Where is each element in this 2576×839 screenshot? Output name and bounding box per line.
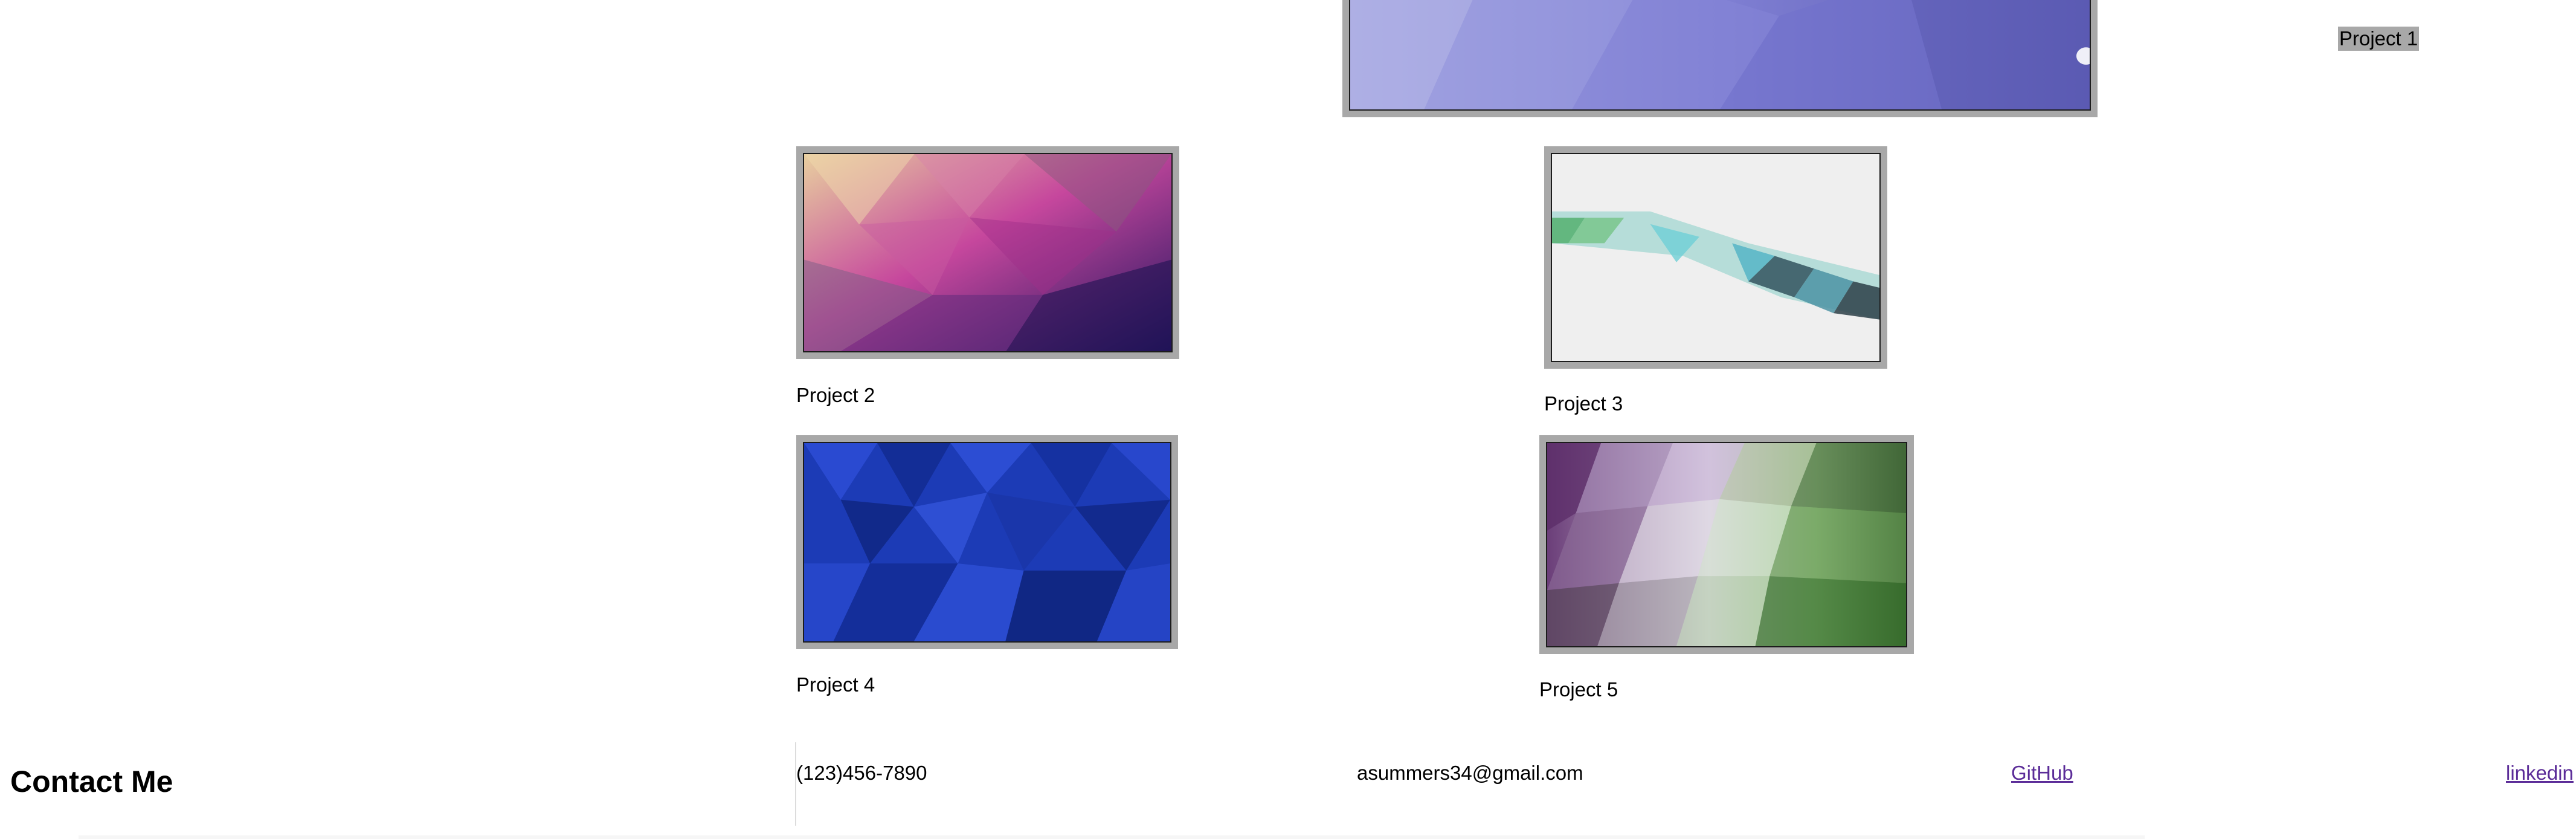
project-1-image[interactable] [1342,0,2098,117]
project-4-image[interactable] [796,435,1178,649]
project-1-pattern [1350,0,2090,109]
linkedin-link[interactable]: linkedin [2506,763,2574,783]
project-5-label[interactable]: Project 5 [1539,679,1618,699]
project-2-image[interactable] [796,146,1179,359]
github-link[interactable]: GitHub [2011,763,2073,783]
contact-divider [795,742,796,826]
project-5-pattern [1547,443,1906,646]
project-3-label[interactable]: Project 3 [1544,394,1623,413]
project-5-image[interactable] [1539,435,1914,654]
project-2-label[interactable]: Project 2 [796,385,875,405]
project-3-image[interactable] [1544,146,1887,369]
project-4-pattern [804,443,1170,641]
project-1-label[interactable]: Project 1 [2338,27,2420,51]
contact-email: asummers34@gmail.com [1357,762,1583,784]
contact-heading: Contact Me [10,765,173,799]
project-3-pattern [1552,154,1879,361]
contact-phone: (123)456-7890 [796,762,927,784]
footer-rule [79,835,2145,839]
project-4-label[interactable]: Project 4 [796,675,875,695]
project-2-pattern [804,154,1171,351]
